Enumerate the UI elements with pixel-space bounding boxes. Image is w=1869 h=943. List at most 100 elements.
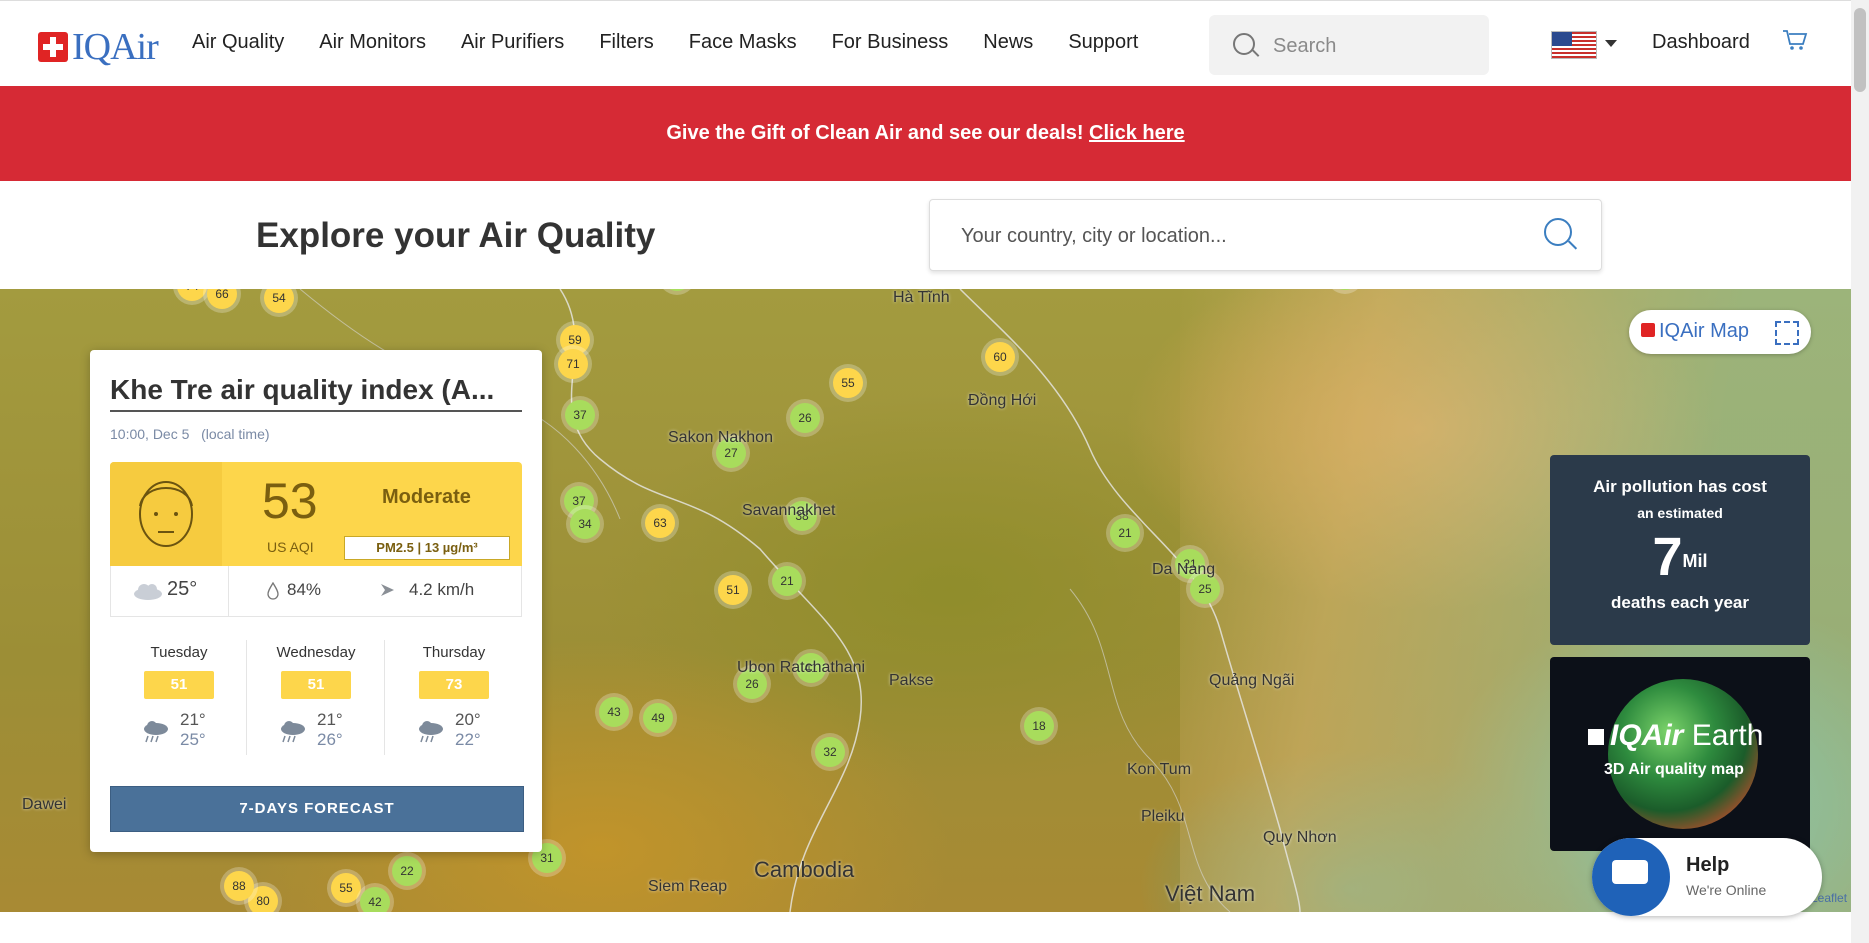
forecast-day: Thursday 73 20° 22°	[385, 640, 523, 760]
cost-unit: Mil	[1682, 551, 1708, 571]
dashboard-link[interactable]: Dashboard	[1652, 31, 1750, 54]
city-label: Kon Tum	[1127, 761, 1192, 778]
cloud-icon	[134, 584, 162, 600]
day-high: 20°	[455, 710, 481, 729]
chevron-down-icon[interactable]	[1605, 40, 1617, 47]
nav-filters[interactable]: Filters	[599, 31, 653, 54]
page-scrollbar[interactable]	[1851, 0, 1869, 943]
day-low: 25°	[180, 730, 206, 749]
rain-icon	[281, 721, 305, 743]
card-title[interactable]: Khe Tre air quality index (A...	[110, 374, 522, 412]
day-temps: 21° 26°	[317, 710, 343, 750]
cost-line-2: an estimated	[1637, 505, 1723, 521]
pollution-cost-card[interactable]: Air pollution has cost an estimated 7Mil…	[1550, 455, 1810, 645]
day-temps: 21° 25°	[180, 710, 206, 750]
aqi-marker[interactable]: 71	[558, 349, 588, 379]
humidity-icon	[267, 582, 279, 600]
aqi-level: Moderate	[382, 486, 471, 508]
main-nav: Air Quality Air Monitors Air Purifiers F…	[192, 31, 1173, 54]
iqair-map-badge[interactable]: IQAir Map	[1629, 310, 1811, 354]
pollutant-badge: PM2.5 | 13 µg/m³	[344, 536, 510, 560]
aqi-marker[interactable]: 32	[815, 737, 845, 767]
swiss-cross-icon	[1641, 323, 1655, 337]
location-input[interactable]	[959, 220, 1523, 252]
search-icon[interactable]	[1544, 218, 1572, 246]
divider	[228, 566, 229, 616]
aqi-marker[interactable]: 18	[1024, 711, 1054, 741]
header-search[interactable]	[1209, 15, 1489, 75]
swiss-cross-icon	[38, 32, 68, 62]
city-label: Đồng Hới	[968, 392, 1037, 409]
city-label: Hà Tĩnh	[893, 289, 950, 306]
city-label: Da Nang	[1152, 561, 1216, 578]
cart-icon[interactable]	[1782, 29, 1808, 51]
search-icon	[1233, 33, 1255, 55]
search-input[interactable]	[1271, 31, 1475, 61]
city-label: Siem Reap	[648, 878, 728, 895]
banner-link[interactable]: Click here	[1089, 122, 1185, 144]
day-high: 21°	[317, 710, 343, 729]
aqi-marker[interactable]: 51	[718, 575, 748, 605]
nav-support[interactable]: Support	[1068, 31, 1138, 54]
promo-banner: Give the Gift of Clean Air and see our d…	[0, 86, 1851, 181]
aqi-marker[interactable]: 22	[392, 856, 422, 886]
scrollbar-thumb[interactable]	[1854, 8, 1866, 92]
rain-icon	[144, 721, 168, 743]
map-badge-label: IQAir Map	[1659, 320, 1750, 342]
day-aqi: 51	[281, 671, 351, 699]
earth-brand-name: IQAir	[1610, 719, 1684, 752]
aqi-marker[interactable]: 63	[645, 508, 675, 538]
iqair-earth-card[interactable]: IQAir Earth 3D Air quality map	[1550, 657, 1810, 851]
aqi-marker[interactable]: 60	[985, 342, 1015, 372]
page-title: Explore your Air Quality	[256, 216, 656, 255]
nav-face-masks[interactable]: Face Masks	[689, 31, 797, 54]
forecast-day: Wednesday 51 21° 26°	[247, 640, 385, 760]
aqi-marker[interactable]: 37	[565, 400, 595, 430]
chat-icon[interactable]	[1592, 838, 1670, 916]
seven-day-forecast-button[interactable]: 7-DAYS FORECAST	[110, 786, 524, 832]
nav-news[interactable]: News	[983, 31, 1033, 54]
aqi-marker[interactable]: 43	[599, 697, 629, 727]
aqi-marker[interactable]: 21	[772, 566, 802, 596]
city-label: Savannakhet	[742, 502, 836, 519]
nav-air-quality[interactable]: Air Quality	[192, 31, 284, 54]
fullscreen-icon[interactable]	[1775, 321, 1799, 345]
logo-wordmark: IQAir	[72, 26, 159, 68]
earth-subtitle: 3D Air quality map	[1604, 761, 1744, 778]
help-chat-widget[interactable]: Help We're Online	[1592, 838, 1822, 916]
day-temps: 20° 22°	[455, 710, 481, 750]
iqair-logo[interactable]: IQAir	[38, 25, 159, 69]
aqi-marker[interactable]: 88	[224, 871, 254, 901]
aqi-marker[interactable]: 34	[570, 509, 600, 539]
site-header: IQAir Air Quality Air Monitors Air Purif…	[0, 0, 1851, 88]
earth-brand-suffix: Earth	[1691, 719, 1764, 752]
aqi-marker[interactable]: 55	[331, 873, 361, 903]
wind-speed: 4.2 km/h	[409, 580, 475, 599]
city-label: Pleiku	[1141, 808, 1185, 825]
aqi-marker[interactable]: 42	[360, 887, 390, 912]
aqi-value: 53	[262, 473, 318, 529]
day-low: 26°	[317, 730, 343, 749]
aqi-card: Khe Tre air quality index (A... 10:00, D…	[90, 350, 542, 852]
nav-for-business[interactable]: For Business	[832, 31, 949, 54]
country-label: Việt Nam	[1165, 881, 1256, 906]
aqi-marker[interactable]: 26	[790, 403, 820, 433]
day-name: Thursday	[422, 644, 486, 661]
aqi-marker[interactable]: 49	[643, 703, 673, 733]
globe-icon	[1608, 679, 1758, 829]
wind-direction-icon	[381, 584, 394, 596]
nav-air-monitors[interactable]: Air Monitors	[319, 31, 426, 54]
aqi-marker[interactable]: 55	[833, 368, 863, 398]
card-time-value: 10:00, Dec 5	[110, 426, 190, 442]
banner-text: Give the Gift of Clean Air and see our d…	[666, 122, 1084, 144]
nav-air-purifiers[interactable]: Air Purifiers	[461, 31, 564, 54]
cost-line-1: Air pollution has cost	[1593, 477, 1767, 496]
earth-brand: IQAir Earth	[1610, 719, 1763, 753]
card-local-label: (local time)	[201, 426, 270, 442]
aqi-marker[interactable]: 21	[1110, 518, 1140, 548]
day-name: Wednesday	[276, 644, 356, 661]
city-label: Ubon Ratchathani	[737, 659, 866, 676]
location-search[interactable]	[929, 199, 1602, 271]
temperature: 25°	[167, 578, 198, 600]
us-flag-icon[interactable]	[1551, 31, 1597, 59]
